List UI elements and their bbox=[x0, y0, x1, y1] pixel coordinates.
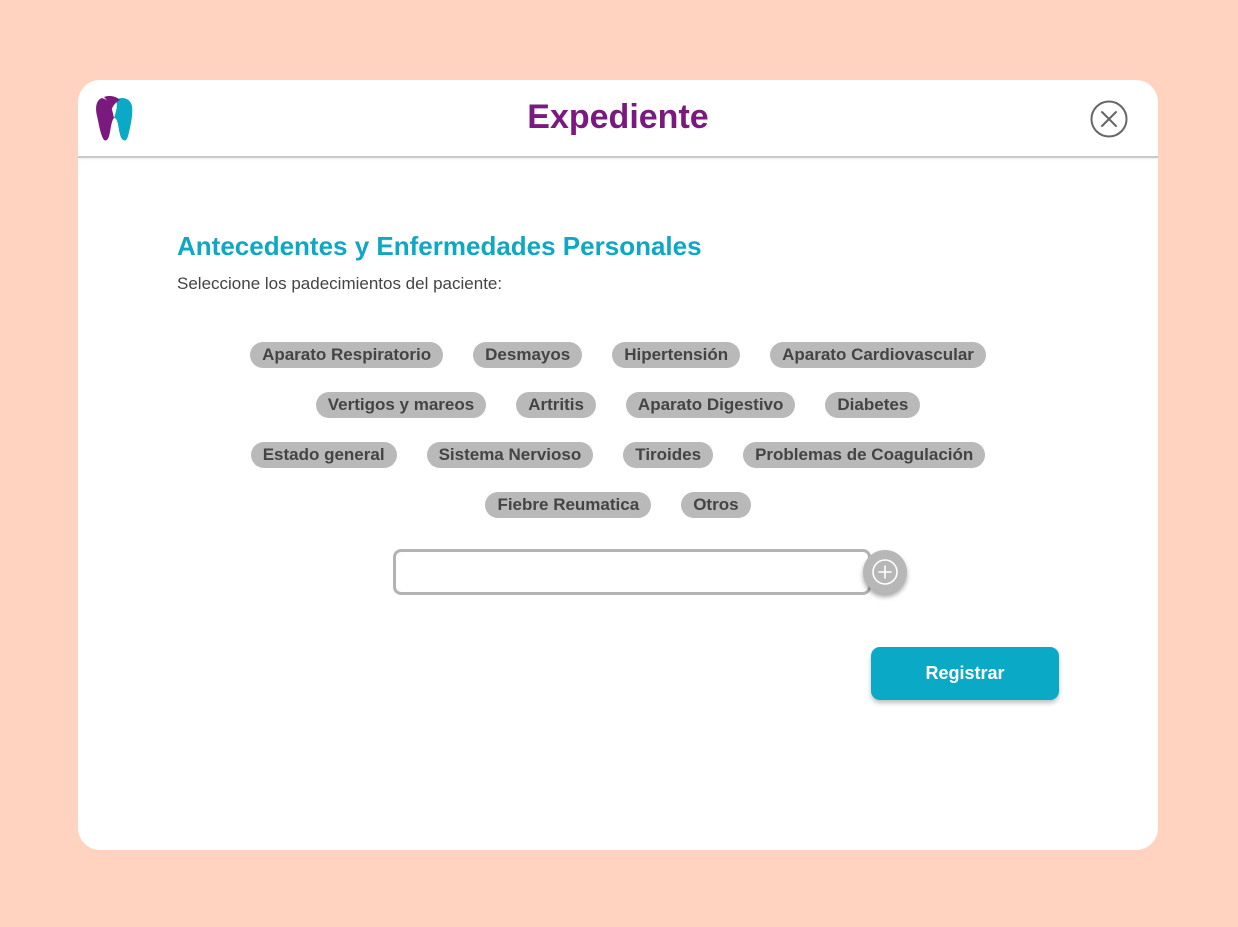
custom-condition-input[interactable] bbox=[393, 549, 871, 595]
section-subtitle: Seleccione los padecimientos del pacient… bbox=[177, 274, 503, 293]
chip-row: Estado general Sistema Nervioso Tiroides… bbox=[78, 442, 1158, 468]
register-button[interactable]: Registrar bbox=[871, 647, 1059, 700]
chip-desmayos[interactable]: Desmayos bbox=[473, 342, 583, 368]
chip-aparato-cardiovascular[interactable]: Aparato Cardiovascular bbox=[770, 342, 986, 368]
chip-row: Vertigos y mareos Artritis Aparato Diges… bbox=[78, 392, 1158, 418]
chip-row: Fiebre Reumatica Otros bbox=[78, 492, 1158, 518]
conditions-chip-list: Aparato Respiratorio Desmayos Hipertensi… bbox=[78, 342, 1158, 542]
chip-diabetes[interactable]: Diabetes bbox=[825, 392, 921, 418]
record-modal: Expediente Antecedentes y Enfermedades P… bbox=[78, 80, 1158, 850]
chip-vertigos-y-mareos[interactable]: Vertigos y mareos bbox=[315, 392, 487, 418]
modal-header: Expediente bbox=[78, 80, 1158, 158]
chip-aparato-respiratorio[interactable]: Aparato Respiratorio bbox=[250, 342, 444, 368]
chip-problemas-de-coagulacion[interactable]: Problemas de Coagulación bbox=[743, 442, 986, 468]
chip-row: Aparato Respiratorio Desmayos Hipertensi… bbox=[78, 342, 1158, 368]
chip-fiebre-reumatica[interactable]: Fiebre Reumatica bbox=[485, 492, 652, 518]
modal-title: Expediente bbox=[527, 98, 709, 136]
plus-circle-icon bbox=[872, 559, 898, 585]
chip-estado-general[interactable]: Estado general bbox=[250, 442, 397, 468]
chip-otros[interactable]: Otros bbox=[681, 492, 751, 518]
chip-aparato-digestivo[interactable]: Aparato Digestivo bbox=[625, 392, 796, 418]
add-condition-button[interactable] bbox=[863, 550, 907, 594]
section-title: Antecedentes y Enfermedades Personales bbox=[177, 231, 702, 261]
close-icon[interactable] bbox=[1089, 99, 1129, 139]
chip-tiroides[interactable]: Tiroides bbox=[623, 442, 714, 468]
chip-hipertension[interactable]: Hipertensión bbox=[612, 342, 741, 368]
chip-sistema-nervioso[interactable]: Sistema Nervioso bbox=[426, 442, 594, 468]
chip-artritis[interactable]: Artritis bbox=[516, 392, 596, 418]
